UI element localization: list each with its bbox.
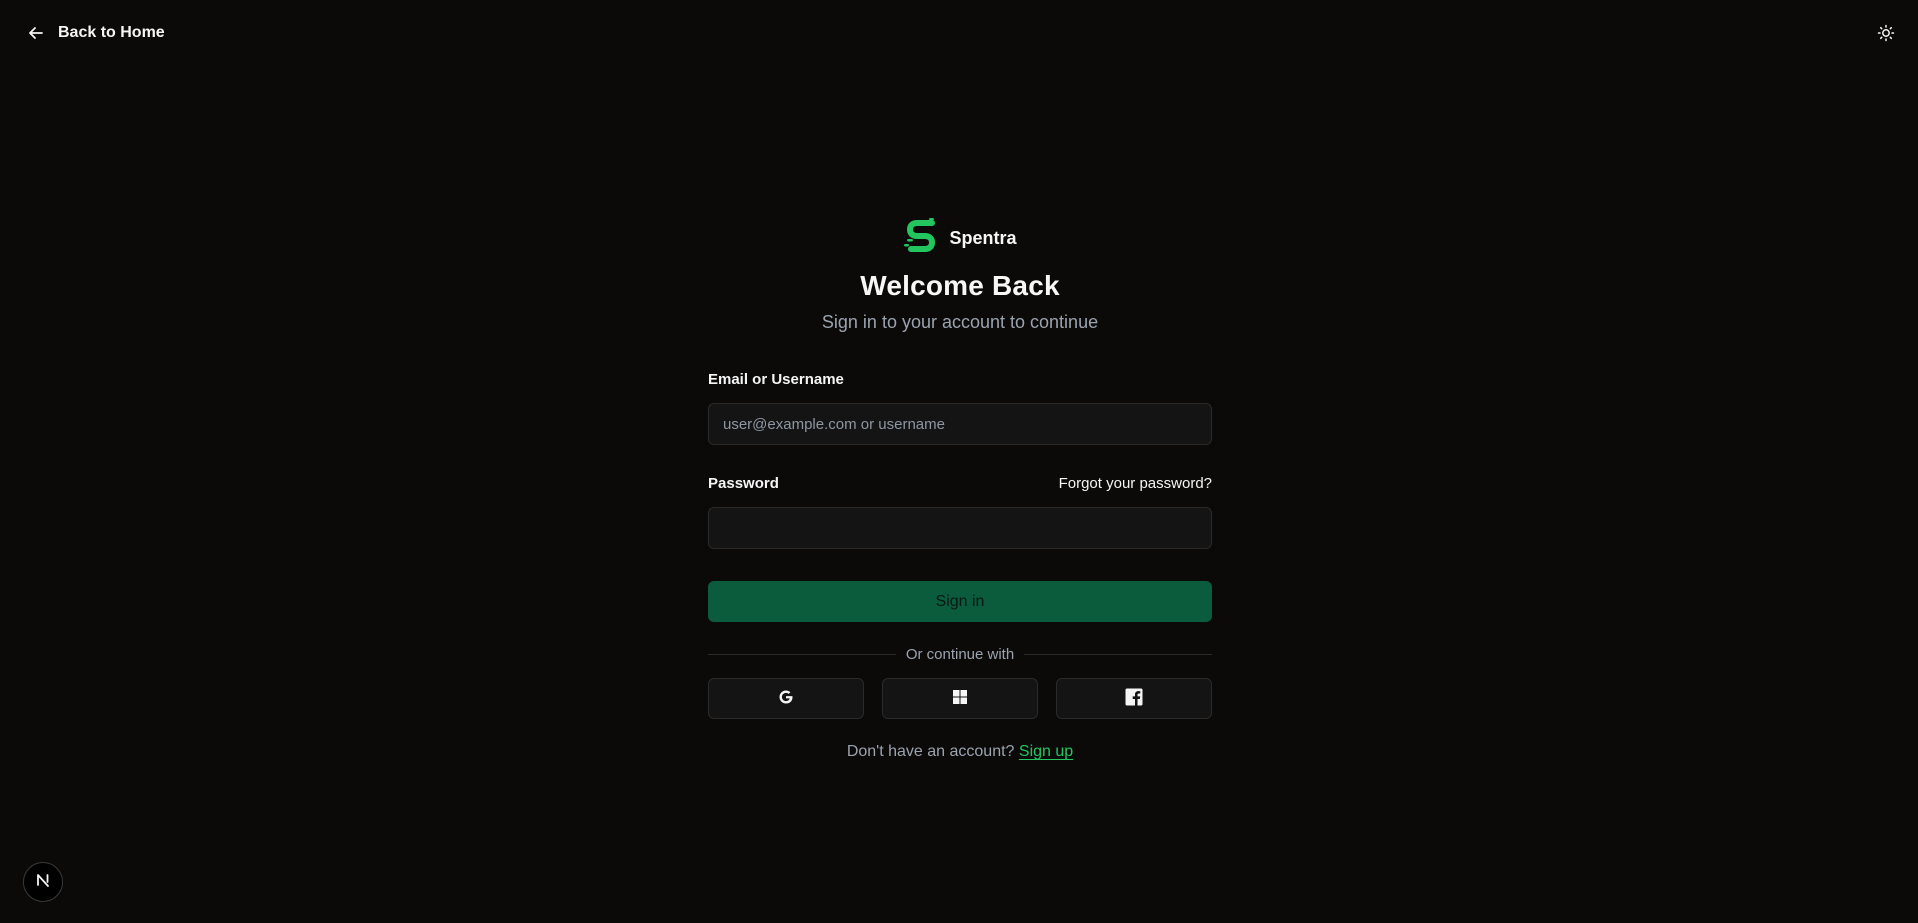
nextjs-icon: [33, 870, 53, 895]
divider-label: Or continue with: [905, 645, 1015, 663]
spentra-logo-icon: [903, 217, 939, 260]
forgot-password-link[interactable]: Forgot your password?: [1059, 475, 1212, 492]
email-field-group: Email or Username: [708, 369, 1212, 445]
google-login-button[interactable]: [708, 678, 864, 719]
theme-toggle-button[interactable]: [1872, 23, 1900, 47]
facebook-login-button[interactable]: [1056, 678, 1212, 719]
brand-name: Spentra: [949, 227, 1017, 248]
brand: Spentra: [708, 217, 1212, 260]
nextjs-dev-badge[interactable]: [23, 862, 63, 902]
divider-line-right: [1024, 653, 1213, 655]
sign-in-form: Spentra Welcome Back Sign in to your acc…: [708, 217, 1213, 761]
microsoft-login-button[interactable]: [882, 678, 1038, 719]
password-field-group: Password Forgot your password?: [708, 473, 1212, 549]
signup-prompt-row: Don't have an account? Sign up: [708, 743, 1212, 761]
back-to-home-link[interactable]: Back to Home: [28, 24, 165, 42]
top-bar: Back to Home: [0, 0, 1918, 70]
arrow-left-icon: [28, 25, 44, 41]
email-label: Email or Username: [708, 370, 844, 388]
social-login-buttons: [708, 678, 1212, 719]
divider-line-left: [708, 653, 896, 655]
back-to-home-label: Back to Home: [58, 24, 165, 41]
google-icon: [778, 689, 794, 708]
password-label: Password: [708, 474, 779, 492]
sign-up-link[interactable]: Sign up: [1019, 743, 1073, 760]
facebook-icon: [1125, 688, 1143, 709]
microsoft-icon: [952, 689, 968, 708]
email-input[interactable]: [708, 403, 1212, 445]
signup-prompt-text: Don't have an account?: [846, 743, 1015, 760]
page-subtitle: Sign in to your account to continue: [821, 312, 1099, 332]
divider: Or continue with: [708, 644, 1213, 664]
password-input[interactable]: [708, 507, 1212, 549]
sun-icon: [1877, 24, 1895, 47]
page-title: Welcome Back: [860, 270, 1060, 301]
sign-in-button[interactable]: Sign in: [708, 581, 1212, 622]
